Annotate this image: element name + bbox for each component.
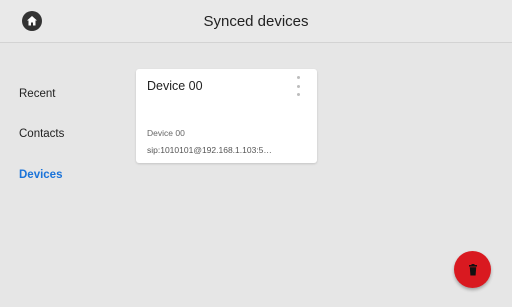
device-card[interactable]: Device 00 Device 00 sip:1010101@192.168.… [136, 69, 317, 163]
delete-icon [468, 263, 477, 275]
device-name: Device 00 [147, 128, 185, 138]
sidebar-item-recent[interactable]: Recent [19, 88, 55, 100]
device-address: sip:1010101@192.168.1.103:5… [147, 145, 272, 155]
top-bar: Synced devices [0, 0, 512, 43]
more-vertical-icon[interactable] [293, 76, 303, 96]
device-card-title: Device 00 [147, 79, 203, 93]
sidebar-item-contacts[interactable]: Contacts [19, 128, 64, 140]
sidebar-item-devices[interactable]: Devices [19, 169, 62, 181]
page-title: Synced devices [203, 13, 309, 30]
delete-button[interactable] [454, 251, 491, 288]
